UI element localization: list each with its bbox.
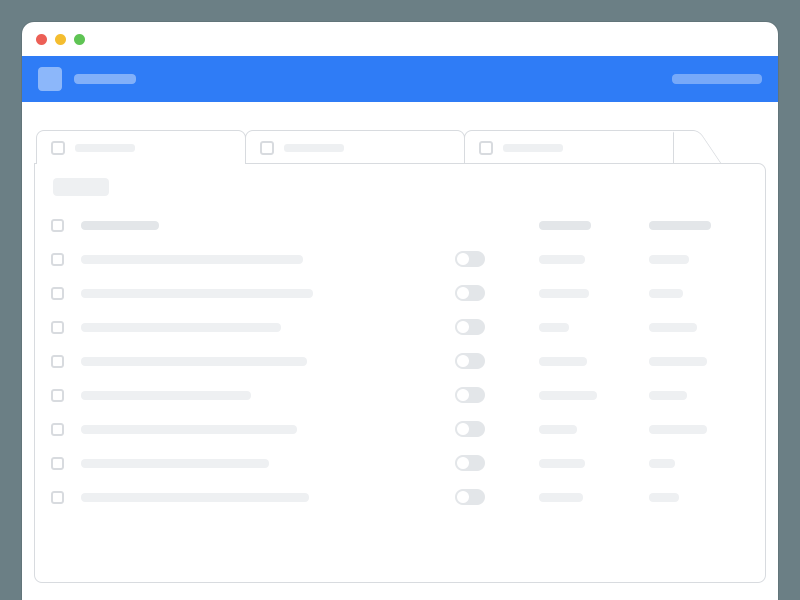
- window-close-icon[interactable]: [36, 34, 47, 45]
- tab-3-label: [503, 144, 563, 152]
- row-name: [81, 391, 251, 400]
- row-name: [81, 425, 297, 434]
- row-col2: [649, 255, 689, 264]
- tab-1[interactable]: [36, 130, 246, 164]
- row-name: [81, 323, 281, 332]
- row-toggle[interactable]: [455, 421, 485, 437]
- window-minimize-icon[interactable]: [55, 34, 66, 45]
- section-label: [53, 178, 109, 196]
- table-row: [51, 378, 749, 412]
- row-col1: [539, 425, 577, 434]
- row-col1: [539, 357, 587, 366]
- tab-2-icon: [260, 141, 274, 155]
- tab-3[interactable]: [464, 130, 674, 164]
- table-header-row: [51, 208, 749, 242]
- row-col2: [649, 391, 687, 400]
- row-name: [81, 493, 309, 502]
- row-checkbox[interactable]: [51, 389, 64, 402]
- row-col2: [649, 493, 679, 502]
- row-toggle[interactable]: [455, 251, 485, 267]
- row-toggle[interactable]: [455, 387, 485, 403]
- tab-bar: [36, 130, 766, 164]
- row-toggle[interactable]: [455, 353, 485, 369]
- tab-panel: [34, 163, 766, 583]
- data-table: [51, 208, 749, 514]
- row-checkbox[interactable]: [51, 253, 64, 266]
- row-col2: [649, 289, 683, 298]
- app-window: [22, 22, 778, 600]
- tab-3-icon: [479, 141, 493, 155]
- row-col1: [539, 323, 569, 332]
- app-header: [22, 56, 778, 102]
- row-toggle[interactable]: [455, 455, 485, 471]
- app-logo-icon[interactable]: [38, 67, 62, 91]
- window-zoom-icon[interactable]: [74, 34, 85, 45]
- window-titlebar: [22, 22, 778, 56]
- row-checkbox[interactable]: [51, 423, 64, 436]
- row-checkbox[interactable]: [51, 491, 64, 504]
- app-title: [74, 74, 136, 84]
- row-toggle[interactable]: [455, 489, 485, 505]
- row-name: [81, 289, 313, 298]
- tab-2-label: [284, 144, 344, 152]
- row-checkbox[interactable]: [51, 355, 64, 368]
- row-name: [81, 255, 303, 264]
- row-col2: [649, 221, 711, 230]
- table-row: [51, 480, 749, 514]
- row-col1: [539, 289, 589, 298]
- row-checkbox[interactable]: [51, 321, 64, 334]
- row-col2: [649, 357, 707, 366]
- row-col1: [539, 255, 585, 264]
- tab-1-label: [75, 144, 135, 152]
- user-menu[interactable]: [672, 74, 762, 84]
- row-checkbox[interactable]: [51, 457, 64, 470]
- row-col1: [539, 459, 585, 468]
- table-row: [51, 310, 749, 344]
- table-row: [51, 242, 749, 276]
- tab-2[interactable]: [245, 130, 465, 164]
- table-row: [51, 412, 749, 446]
- row-toggle[interactable]: [455, 319, 485, 335]
- tab-1-icon: [51, 141, 65, 155]
- row-checkbox[interactable]: [51, 219, 64, 232]
- row-col2: [649, 459, 675, 468]
- row-col2: [649, 323, 697, 332]
- row-col1: [539, 221, 591, 230]
- row-checkbox[interactable]: [51, 287, 64, 300]
- row-toggle[interactable]: [455, 285, 485, 301]
- table-row: [51, 446, 749, 480]
- row-col2: [649, 425, 707, 434]
- row-col1: [539, 391, 597, 400]
- content-area: [22, 102, 778, 583]
- row-name: [81, 459, 269, 468]
- row-col1: [539, 493, 583, 502]
- table-row: [51, 276, 749, 310]
- row-name: [81, 357, 307, 366]
- row-name: [81, 221, 159, 230]
- table-row: [51, 344, 749, 378]
